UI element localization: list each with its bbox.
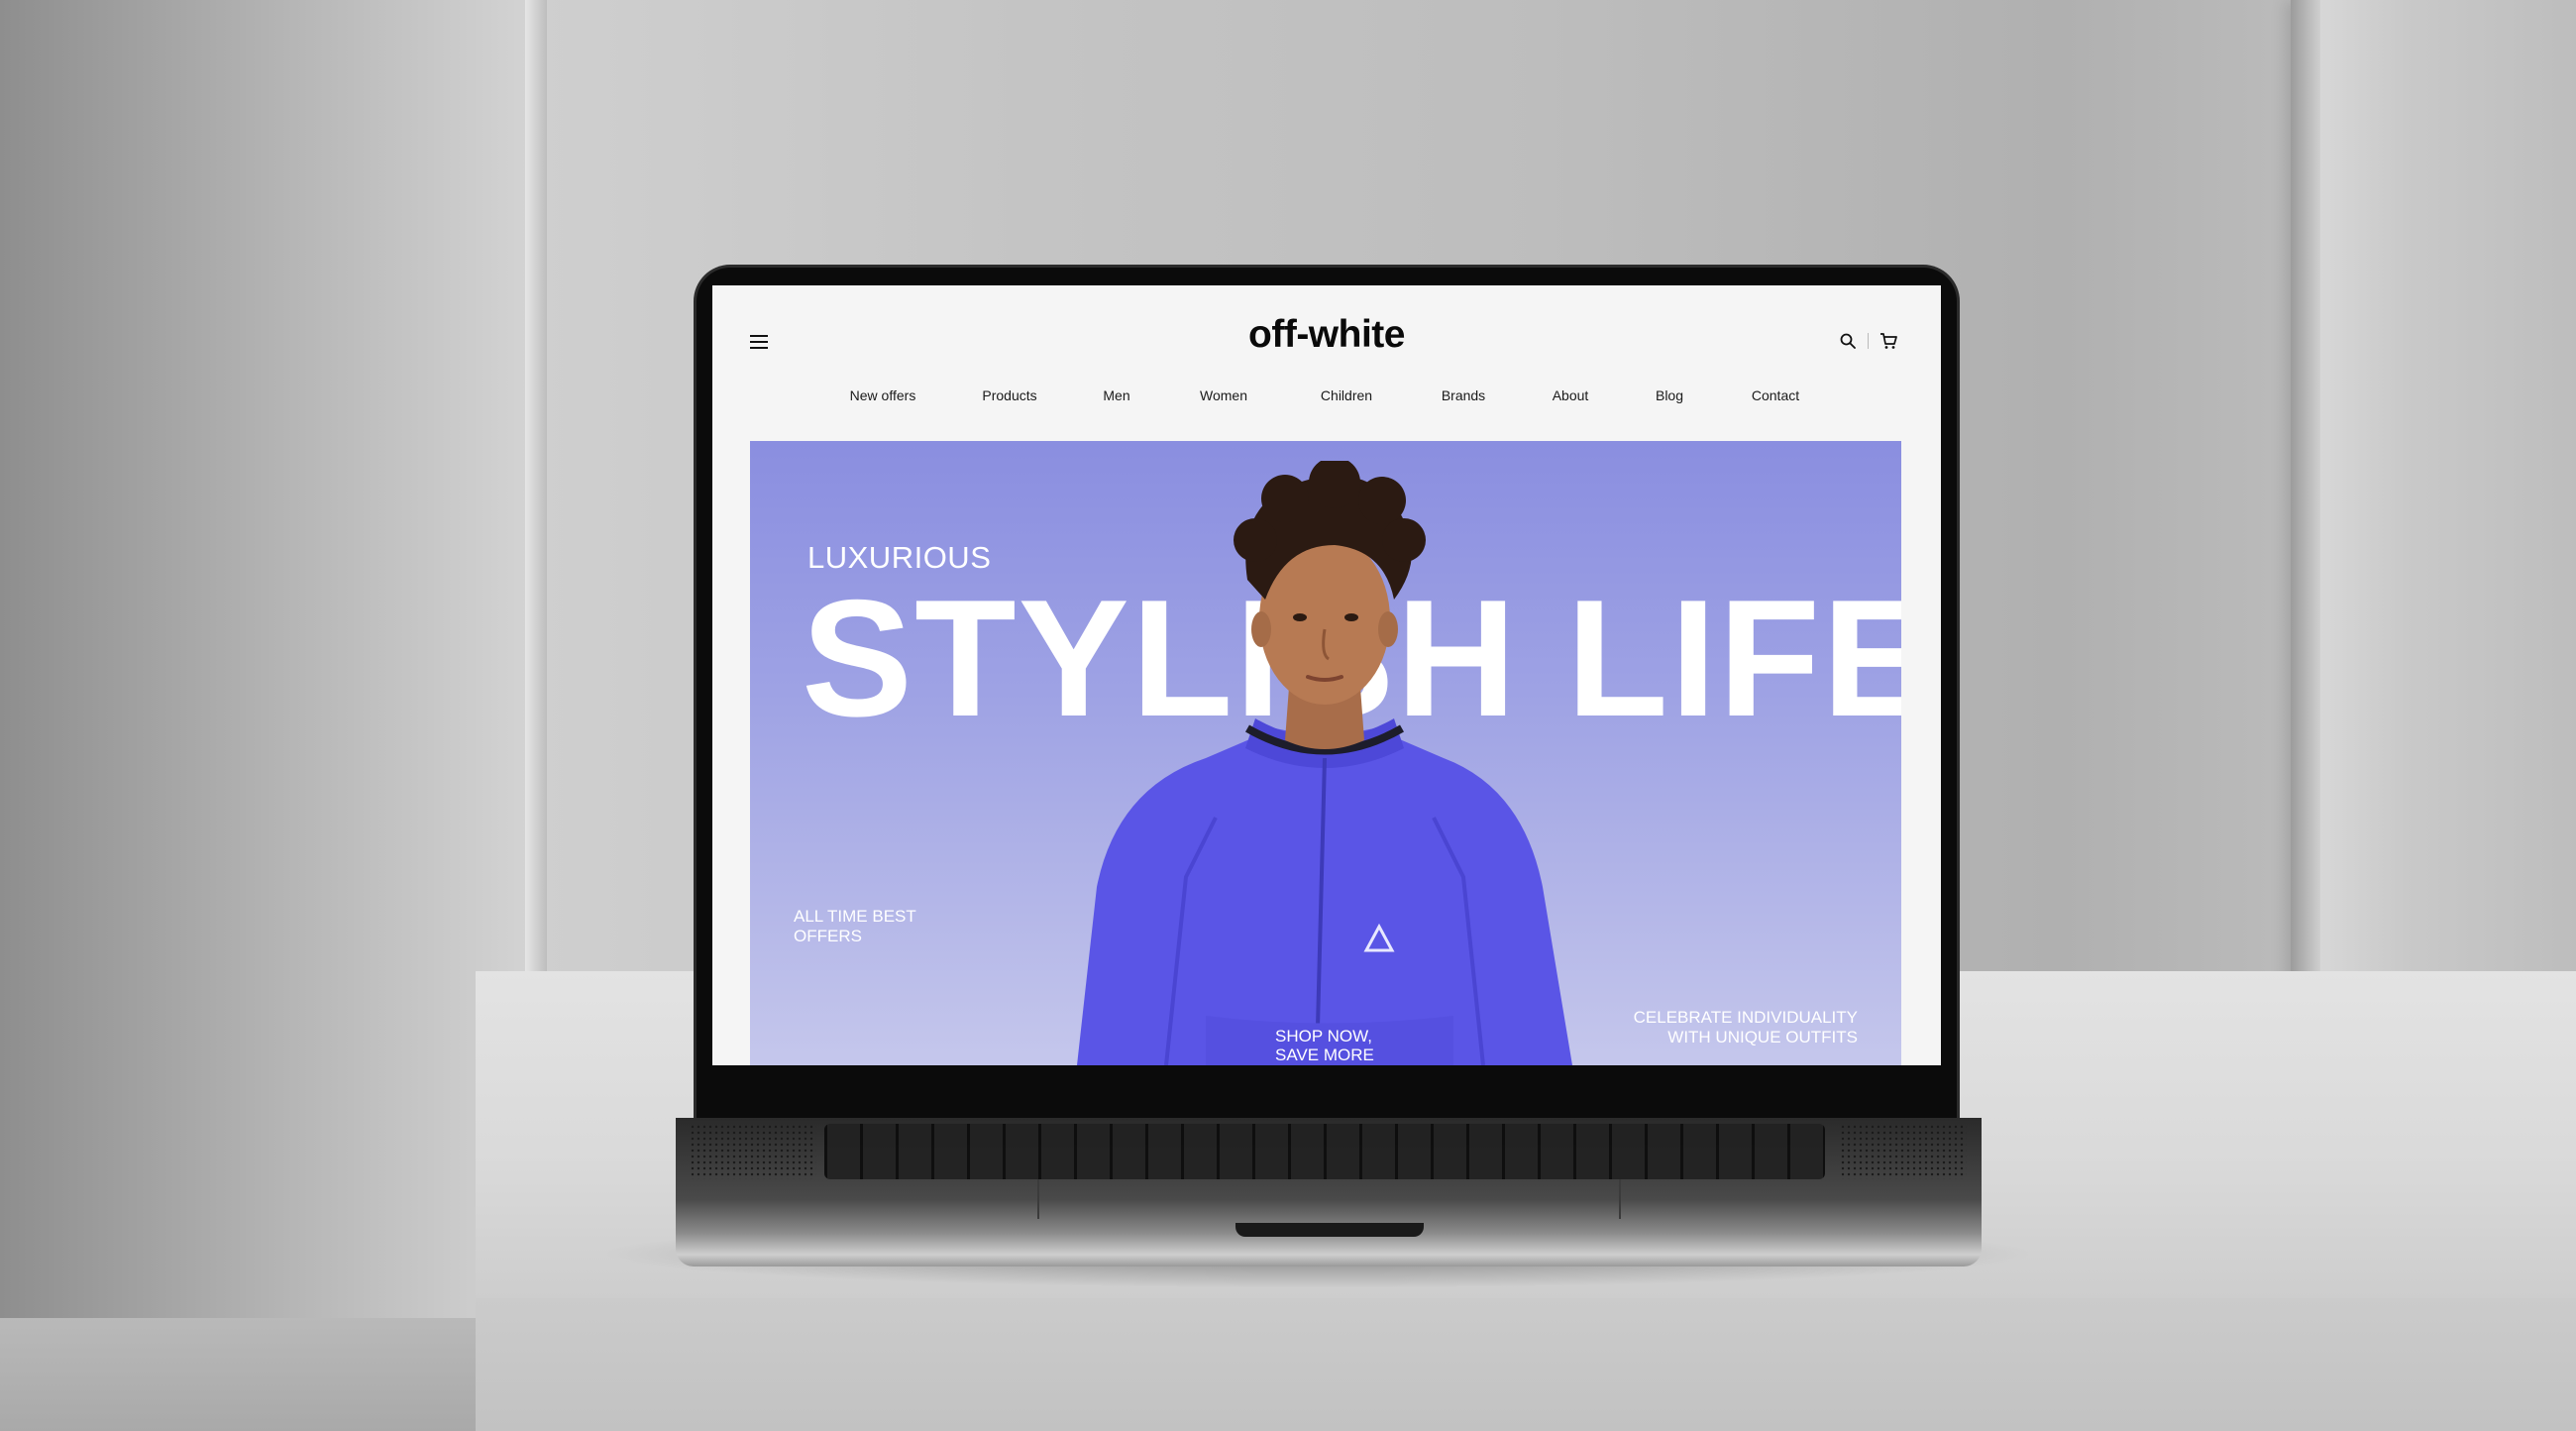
nav-item-men[interactable]: Men <box>1103 387 1129 403</box>
shelf-side <box>0 1318 476 1431</box>
wall-left-edge <box>525 0 547 991</box>
header-divider <box>1868 333 1869 349</box>
laptop-base <box>676 1118 1982 1266</box>
site-header: off-white New offers Products Men Women … <box>712 285 1941 414</box>
nav-item-about[interactable]: About <box>1553 387 1589 403</box>
hero-right-line1: CELEBRATE INDIVIDUALITY <box>1633 1008 1858 1027</box>
nav-item-contact[interactable]: Contact <box>1752 387 1799 403</box>
hero-center-line2: SAVE MORE <box>1275 1045 1374 1064</box>
nav-item-new-offers[interactable]: New offers <box>850 387 916 403</box>
trackpad <box>1037 1179 1621 1219</box>
search-icon[interactable] <box>1840 333 1856 349</box>
laptop-screen: off-white New offers Products Men Women … <box>712 285 1941 1065</box>
nav-item-products[interactable]: Products <box>982 387 1036 403</box>
nav-item-children[interactable]: Children <box>1321 387 1372 403</box>
hero-right-line2: WITH UNIQUE OUTFITS <box>1667 1027 1858 1046</box>
wall-right-panel <box>2291 0 2576 1110</box>
hero-right-caption: CELEBRATE INDIVIDUALITY WITH UNIQUE OUTF… <box>1634 1008 1858 1046</box>
wall-right-edge <box>2291 0 2320 1110</box>
hero-banner: LUXURIOUS STYLISH LIFE ALL TIME BEST OFF… <box>750 441 1901 1065</box>
hero-left-caption: ALL TIME BEST OFFERS <box>794 907 916 945</box>
speaker-grille-right <box>1840 1124 1967 1179</box>
model-image <box>1077 461 1572 1065</box>
shop-now-link[interactable]: SHOP NOW, SAVE MORE <box>1275 1027 1374 1064</box>
nav-item-women[interactable]: Women <box>1200 387 1247 403</box>
hero-left-line2: OFFERS <box>794 926 862 945</box>
nav-item-brands[interactable]: Brands <box>1442 387 1485 403</box>
laptop-lid: off-white New offers Products Men Women … <box>697 268 1957 1120</box>
nav-item-blog[interactable]: Blog <box>1656 387 1683 403</box>
site-logo[interactable]: off-white <box>712 313 1941 357</box>
cart-icon[interactable] <box>1879 332 1897 350</box>
hero-left-line1: ALL TIME BEST <box>794 907 916 926</box>
main-nav: New offers Products Men Women Children B… <box>712 387 1941 411</box>
speaker-grille-left <box>690 1124 816 1179</box>
lid-opening-notch <box>1235 1223 1424 1237</box>
wall-left-panel <box>0 0 535 1318</box>
hero-center-line1: SHOP NOW, <box>1275 1027 1372 1046</box>
shelf-front <box>476 1298 2576 1431</box>
keyboard <box>824 1124 1825 1179</box>
